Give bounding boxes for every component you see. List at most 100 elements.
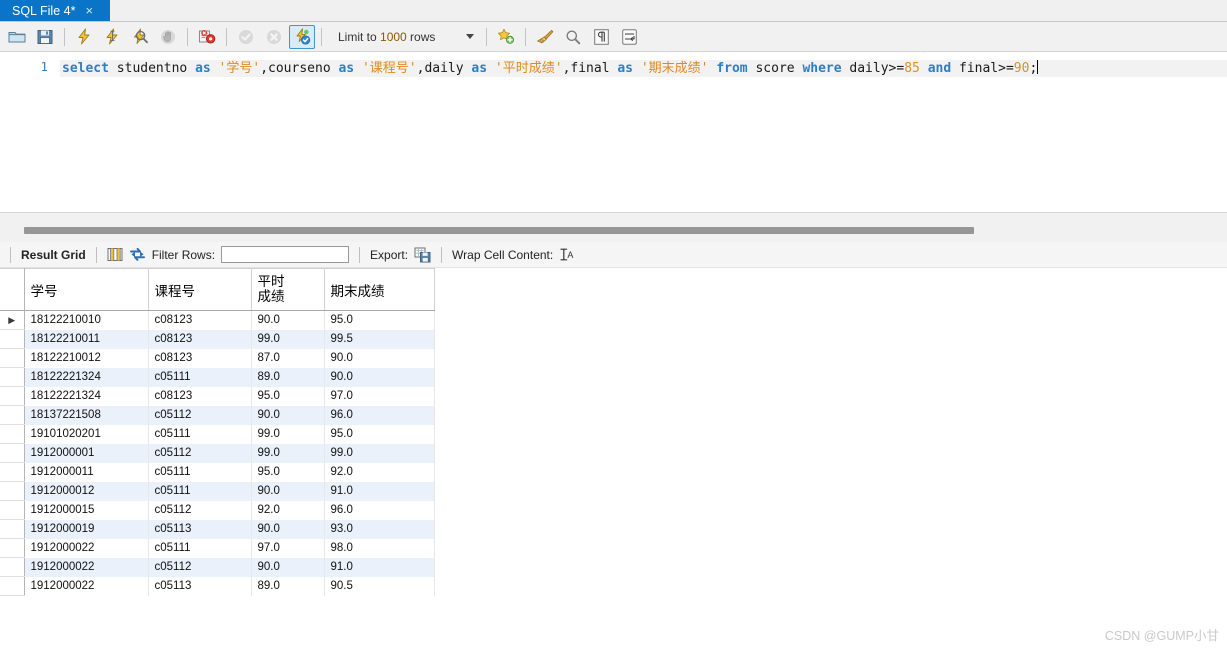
cell-courseno[interactable]: c08123 — [148, 386, 252, 406]
cell-courseno[interactable]: c08123 — [148, 348, 252, 368]
tab-sql-file-4[interactable]: SQL File 4* × — [0, 0, 110, 21]
cell-daily[interactable]: 90.0 — [251, 519, 325, 539]
cell-courseno[interactable]: c05112 — [148, 443, 252, 463]
cell-studentno[interactable]: 1912000015 — [24, 500, 149, 520]
column-header-studentno[interactable]: 学号 — [24, 268, 149, 311]
row-header-cell[interactable] — [0, 500, 25, 520]
cell-studentno[interactable]: 1912000022 — [24, 576, 149, 596]
cell-studentno[interactable]: 1912000022 — [24, 538, 149, 558]
table-row[interactable]: 18122221324 c08123 95.0 97.0 — [0, 386, 435, 406]
cell-final[interactable]: 90.5 — [324, 576, 435, 596]
cell-studentno[interactable]: 18122210010 — [24, 310, 149, 330]
execute-current-statement-button[interactable] — [99, 25, 125, 49]
table-row[interactable]: 1912000022 c05112 90.0 91.0 — [0, 557, 435, 577]
cell-daily[interactable]: 99.0 — [251, 424, 325, 444]
sql-editor[interactable]: 1 select studentno as '学号',courseno as '… — [0, 52, 1227, 212]
cell-studentno[interactable]: 1912000012 — [24, 481, 149, 501]
cell-daily[interactable]: 89.0 — [251, 367, 325, 387]
cell-courseno[interactable]: c05112 — [148, 405, 252, 425]
cell-courseno[interactable]: c05112 — [148, 500, 252, 520]
cell-final[interactable]: 95.0 — [324, 424, 435, 444]
table-row[interactable]: 18122210012 c08123 87.0 90.0 — [0, 348, 435, 368]
find-panel-button[interactable] — [560, 25, 586, 49]
cell-studentno[interactable]: 1912000001 — [24, 443, 149, 463]
cell-courseno[interactable]: c05111 — [148, 538, 252, 558]
cell-courseno[interactable]: c05112 — [148, 557, 252, 577]
grid-view-icon[interactable] — [107, 247, 123, 262]
cell-final[interactable]: 96.0 — [324, 405, 435, 425]
cell-studentno[interactable]: 18122210012 — [24, 348, 149, 368]
column-header-daily[interactable]: 平时 成绩 — [251, 268, 325, 311]
open-sql-file-button[interactable] — [4, 25, 30, 49]
row-header-cell[interactable] — [0, 443, 25, 463]
cell-final[interactable]: 97.0 — [324, 386, 435, 406]
cell-daily[interactable]: 90.0 — [251, 405, 325, 425]
export-icon[interactable] — [414, 247, 431, 263]
cell-final[interactable]: 99.0 — [324, 443, 435, 463]
cell-daily[interactable]: 90.0 — [251, 481, 325, 501]
cell-courseno[interactable]: c05113 — [148, 576, 252, 596]
refresh-icon[interactable] — [129, 247, 146, 262]
scrollbar-thumb[interactable] — [24, 226, 974, 234]
table-row[interactable]: 18137221508 c05112 90.0 96.0 — [0, 405, 435, 425]
table-row[interactable]: 1912000011 c05111 95.0 92.0 — [0, 462, 435, 482]
table-row[interactable]: 1912000019 c05113 90.0 93.0 — [0, 519, 435, 539]
cell-courseno[interactable]: c05111 — [148, 462, 252, 482]
row-header-cell[interactable] — [0, 386, 25, 406]
cell-final[interactable]: 96.0 — [324, 500, 435, 520]
cell-courseno[interactable]: c05111 — [148, 424, 252, 444]
execute-statement-button[interactable] — [71, 25, 97, 49]
row-header-cell[interactable] — [0, 462, 25, 482]
cell-studentno[interactable]: 1912000022 — [24, 557, 149, 577]
cell-daily[interactable]: 87.0 — [251, 348, 325, 368]
table-row[interactable]: 1912000022 c05113 89.0 90.5 — [0, 576, 435, 596]
result-data-grid[interactable]: 学号 课程号 平时 成绩 期末成绩 ▶ 18122210010 c08123 90.0 9… — [0, 268, 1227, 596]
row-header-cell[interactable] — [0, 367, 25, 387]
row-header-cell[interactable] — [0, 538, 25, 558]
rollback-transaction-button[interactable] — [261, 25, 287, 49]
cell-final[interactable]: 93.0 — [324, 519, 435, 539]
row-header-cell[interactable] — [0, 557, 25, 577]
cell-studentno[interactable]: 18122221324 — [24, 386, 149, 406]
cell-daily[interactable]: 90.0 — [251, 310, 325, 330]
cell-final[interactable]: 92.0 — [324, 462, 435, 482]
cell-courseno[interactable]: c05111 — [148, 367, 252, 387]
cell-daily[interactable]: 89.0 — [251, 576, 325, 596]
row-header-cell[interactable] — [0, 481, 25, 501]
table-row[interactable]: 1912000012 c05111 90.0 91.0 — [0, 481, 435, 501]
editor-horizontal-scrollbar[interactable] — [0, 226, 1227, 235]
table-row[interactable]: 1912000015 c05112 92.0 96.0 — [0, 500, 435, 520]
cell-final[interactable]: 95.0 — [324, 310, 435, 330]
cell-studentno[interactable]: 18122221324 — [24, 367, 149, 387]
cell-daily[interactable]: 92.0 — [251, 500, 325, 520]
cell-final[interactable]: 99.5 — [324, 329, 435, 349]
cell-final[interactable]: 98.0 — [324, 538, 435, 558]
code-area[interactable]: select studentno as '学号',courseno as '课程… — [60, 52, 1227, 211]
row-limit-dropdown[interactable]: Limit to 1000 rows — [332, 26, 480, 48]
table-row[interactable]: 18122210011 c08123 99.0 99.5 — [0, 329, 435, 349]
stop-statement-button[interactable] — [155, 25, 181, 49]
cell-final[interactable]: 90.0 — [324, 348, 435, 368]
row-header-cell[interactable] — [0, 405, 25, 425]
row-header-cell[interactable]: ▶ — [0, 310, 25, 330]
row-header-cell[interactable] — [0, 329, 25, 349]
cell-daily[interactable]: 99.0 — [251, 443, 325, 463]
chevron-down-icon[interactable] — [466, 34, 474, 39]
table-row[interactable]: 18122221324 c05111 89.0 90.0 — [0, 367, 435, 387]
table-row[interactable]: 1912000001 c05112 99.0 99.0 — [0, 443, 435, 463]
toggle-word-wrap-button[interactable] — [616, 25, 642, 49]
filter-rows-input[interactable] — [221, 246, 350, 263]
cell-studentno[interactable]: 19101020201 — [24, 424, 149, 444]
commit-transaction-button[interactable] — [233, 25, 259, 49]
beautify-query-button[interactable] — [532, 25, 558, 49]
wrap-cell-icon[interactable]: A — [559, 247, 574, 262]
table-row[interactable]: 19101020201 c05111 99.0 95.0 — [0, 424, 435, 444]
cell-daily[interactable]: 95.0 — [251, 386, 325, 406]
close-icon[interactable]: × — [85, 4, 93, 17]
cell-daily[interactable]: 99.0 — [251, 329, 325, 349]
row-header-cell[interactable] — [0, 424, 25, 444]
sql-statement-line[interactable]: select studentno as '学号',courseno as '课程… — [60, 60, 1227, 77]
cell-courseno[interactable]: c05111 — [148, 481, 252, 501]
cell-daily[interactable]: 95.0 — [251, 462, 325, 482]
column-header-courseno[interactable]: 课程号 — [148, 268, 252, 311]
